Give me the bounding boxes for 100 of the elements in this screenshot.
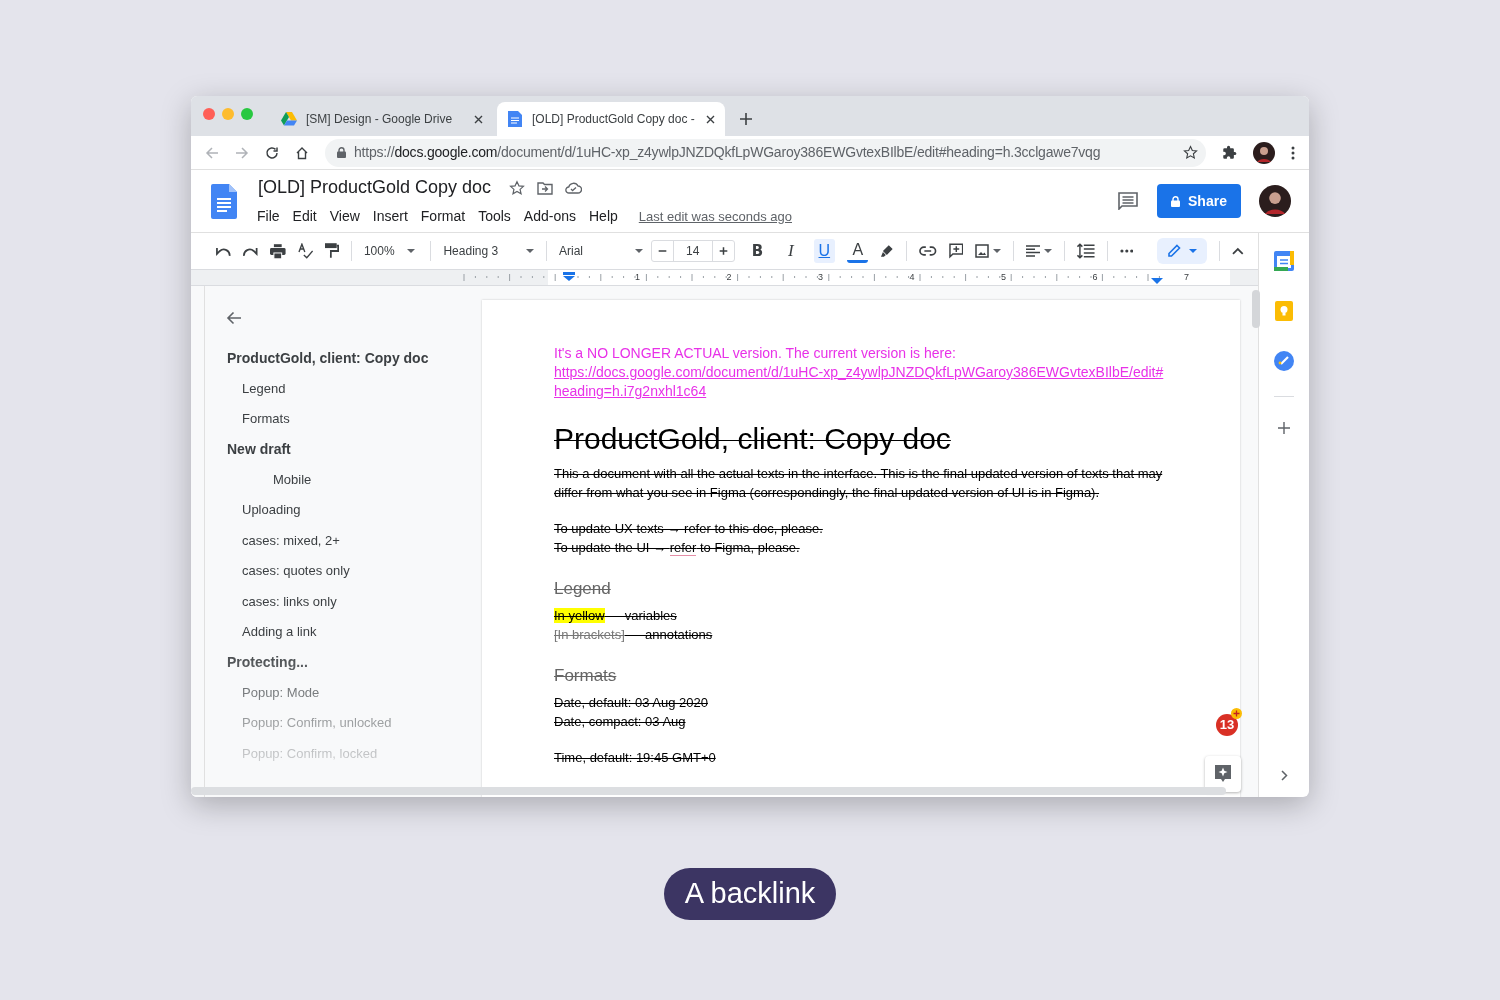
document-title[interactable]: [OLD] ProductGold Copy doc bbox=[258, 174, 492, 201]
menu-item[interactable]: File bbox=[251, 205, 286, 228]
menu-item[interactable]: View bbox=[323, 205, 366, 228]
outline-item[interactable]: New draft bbox=[227, 438, 291, 460]
share-button[interactable]: Share bbox=[1157, 184, 1241, 218]
outline-item[interactable]: ProductGold, client: Copy doc bbox=[227, 347, 429, 369]
home-icon[interactable] bbox=[295, 145, 309, 160]
outline-item[interactable]: Popup: Mode bbox=[242, 682, 320, 702]
align-left-icon bbox=[1026, 245, 1041, 257]
last-edit-link[interactable]: Last edit was seconds ago bbox=[638, 206, 792, 227]
triangle-logo-icon bbox=[281, 111, 297, 127]
dropdown-caret-icon[interactable] bbox=[1189, 249, 1198, 253]
add-icon[interactable] bbox=[1278, 422, 1290, 434]
outline-item[interactable]: Formats bbox=[242, 409, 290, 429]
new-tab-icon[interactable] bbox=[739, 112, 753, 126]
document-title: ProductGold, client: Copy doc bbox=[554, 421, 952, 457]
url-text: https://docs.google.com/document/d/1uHC-xp_z4ywlpJNZDQkfLpWGaroy386EWGvtexBIlbE/edit#heading=h.3cclgawe7vqg bbox=[354, 143, 1102, 162]
paragraph-text: This a document with all the actual texts in the interface. This is the final updated version of texts that may differ from what you see in Figma (correspondingly, the final updated version of UI is in Figma). bbox=[554, 465, 1164, 502]
font-dropdown[interactable]: Arial bbox=[559, 242, 643, 260]
scrollbar-thumb[interactable] bbox=[1252, 290, 1260, 328]
italic-button[interactable]: I bbox=[780, 239, 802, 263]
caption-label: A backlink bbox=[663, 868, 837, 920]
docs-logo-icon[interactable] bbox=[211, 183, 237, 219]
menu-item[interactable]: Help bbox=[583, 205, 624, 228]
link-icon[interactable] bbox=[919, 246, 937, 256]
explore-button[interactable] bbox=[1205, 756, 1241, 792]
more-icon[interactable] bbox=[1119, 249, 1134, 253]
avatar-icon[interactable] bbox=[1259, 185, 1291, 217]
text-line: In yellow — variables bbox=[554, 607, 678, 625]
star-icon[interactable] bbox=[509, 179, 526, 196]
text-line: Date, compact: 03 Aug bbox=[554, 713, 687, 731]
outline-item[interactable]: Legend bbox=[242, 378, 286, 398]
ruler-number: 1 bbox=[635, 271, 640, 284]
dropdown-caret-icon[interactable] bbox=[526, 249, 534, 253]
underline-button[interactable]: U bbox=[813, 239, 835, 263]
chevron-up-icon[interactable] bbox=[1232, 247, 1244, 255]
undo-icon[interactable] bbox=[215, 245, 231, 257]
menu-item[interactable]: Tools bbox=[472, 205, 517, 228]
dropdown-caret-icon[interactable] bbox=[634, 249, 643, 253]
document-link[interactable]: https://docs.google.com/document/d/1uHC-xp_z4ywlpJNZDQkfLpWGaroy386EWGvtexBIlbE/edit#heading=h.i7g2nxhl1c64 bbox=[554, 363, 1170, 401]
menu-item[interactable]: Insert bbox=[366, 205, 414, 228]
line-spacing-icon[interactable] bbox=[1077, 243, 1095, 259]
dropdown-caret-icon[interactable] bbox=[406, 249, 415, 253]
ruler-number: 4 bbox=[909, 271, 915, 284]
pencil-icon bbox=[1167, 244, 1182, 258]
section-heading: Formats bbox=[554, 665, 618, 687]
ruler-number: 3 bbox=[818, 271, 823, 284]
redo-icon[interactable] bbox=[242, 245, 259, 257]
ruler-number: 2 bbox=[726, 271, 732, 284]
color-button[interactable]: A bbox=[847, 239, 869, 263]
menu-item[interactable]: Edit bbox=[286, 205, 323, 228]
tasks-icon[interactable] bbox=[1274, 351, 1294, 371]
cloud-check-icon[interactable] bbox=[565, 181, 583, 194]
menu-item[interactable]: Add-ons bbox=[517, 205, 582, 228]
right-indent-marker-icon[interactable] bbox=[1151, 278, 1163, 284]
bold-button[interactable]: B bbox=[746, 239, 769, 263]
bookmark-star-icon[interactable] bbox=[1183, 145, 1198, 160]
reload-icon[interactable] bbox=[265, 145, 279, 160]
zoom-dropdown[interactable]: 100% bbox=[363, 242, 419, 260]
address-bar[interactable]: https://docs.google.com/document/d/1uHC-xp_z4ywlpJNZDQkfLpWGaroy386EWGvtexBIlbE/edit#heading=h.3cclgawe7vqg bbox=[325, 138, 1206, 167]
menu-item[interactable]: Format bbox=[414, 205, 472, 228]
calendar-icon[interactable] bbox=[1274, 251, 1294, 271]
more-icon[interactable] bbox=[1291, 145, 1295, 160]
sparkle-icon bbox=[1214, 764, 1232, 784]
move-folder-icon[interactable] bbox=[537, 180, 554, 195]
align-button[interactable] bbox=[1026, 245, 1053, 257]
insert-image-button[interactable] bbox=[975, 244, 1002, 258]
ruler-number: 7 bbox=[1184, 271, 1189, 284]
dropdown-caret-icon[interactable] bbox=[1044, 249, 1053, 253]
paint-format-icon[interactable] bbox=[325, 243, 339, 259]
outline-item[interactable]: Protecting... bbox=[227, 651, 308, 673]
notice-text: It's a NO LONGER ACTUAL version. The current version is here: bbox=[554, 344, 957, 363]
spellcheck-icon[interactable] bbox=[297, 243, 314, 259]
lock-icon bbox=[337, 147, 346, 158]
chevron-right-icon[interactable] bbox=[1280, 770, 1288, 781]
outline-item[interactable]: Adding a link bbox=[242, 622, 317, 642]
puzzle-icon[interactable] bbox=[1222, 145, 1237, 160]
avatar-icon[interactable] bbox=[1253, 141, 1275, 164]
print-icon[interactable] bbox=[270, 243, 286, 259]
outline-item[interactable]: cases: mixed, 2+ bbox=[242, 530, 340, 550]
comment-history-icon[interactable] bbox=[1118, 192, 1138, 210]
browser-tab[interactable]: [SM] Design - Google Drive bbox=[271, 102, 493, 136]
dropdown-caret-icon[interactable] bbox=[993, 249, 1002, 253]
highlighter-icon[interactable] bbox=[880, 244, 895, 258]
back-arrow-icon[interactable] bbox=[226, 311, 242, 325]
outline-item[interactable]: Uploading bbox=[242, 500, 301, 520]
browser-tab[interactable]: [OLD] ProductGold Copy doc - bbox=[497, 102, 725, 136]
plus-icon bbox=[1231, 708, 1242, 719]
indent-marker-icon[interactable] bbox=[563, 272, 575, 281]
outline-item[interactable]: cases: quotes only bbox=[242, 561, 350, 581]
close-icon[interactable] bbox=[706, 114, 715, 124]
outline-item[interactable]: Mobile bbox=[273, 469, 312, 489]
horizontal-scrollbar[interactable] bbox=[191, 787, 1226, 795]
add-comment-icon[interactable] bbox=[948, 243, 964, 259]
lock-icon bbox=[1171, 195, 1181, 207]
close-icon[interactable] bbox=[474, 114, 483, 124]
outline-item[interactable]: cases: links only bbox=[242, 591, 337, 611]
text-line: Date, default: 03 Aug 2020 bbox=[554, 694, 709, 712]
editing-mode-button[interactable] bbox=[1157, 238, 1208, 264]
paragraph-style-dropdown[interactable]: Heading 3 bbox=[443, 242, 534, 260]
